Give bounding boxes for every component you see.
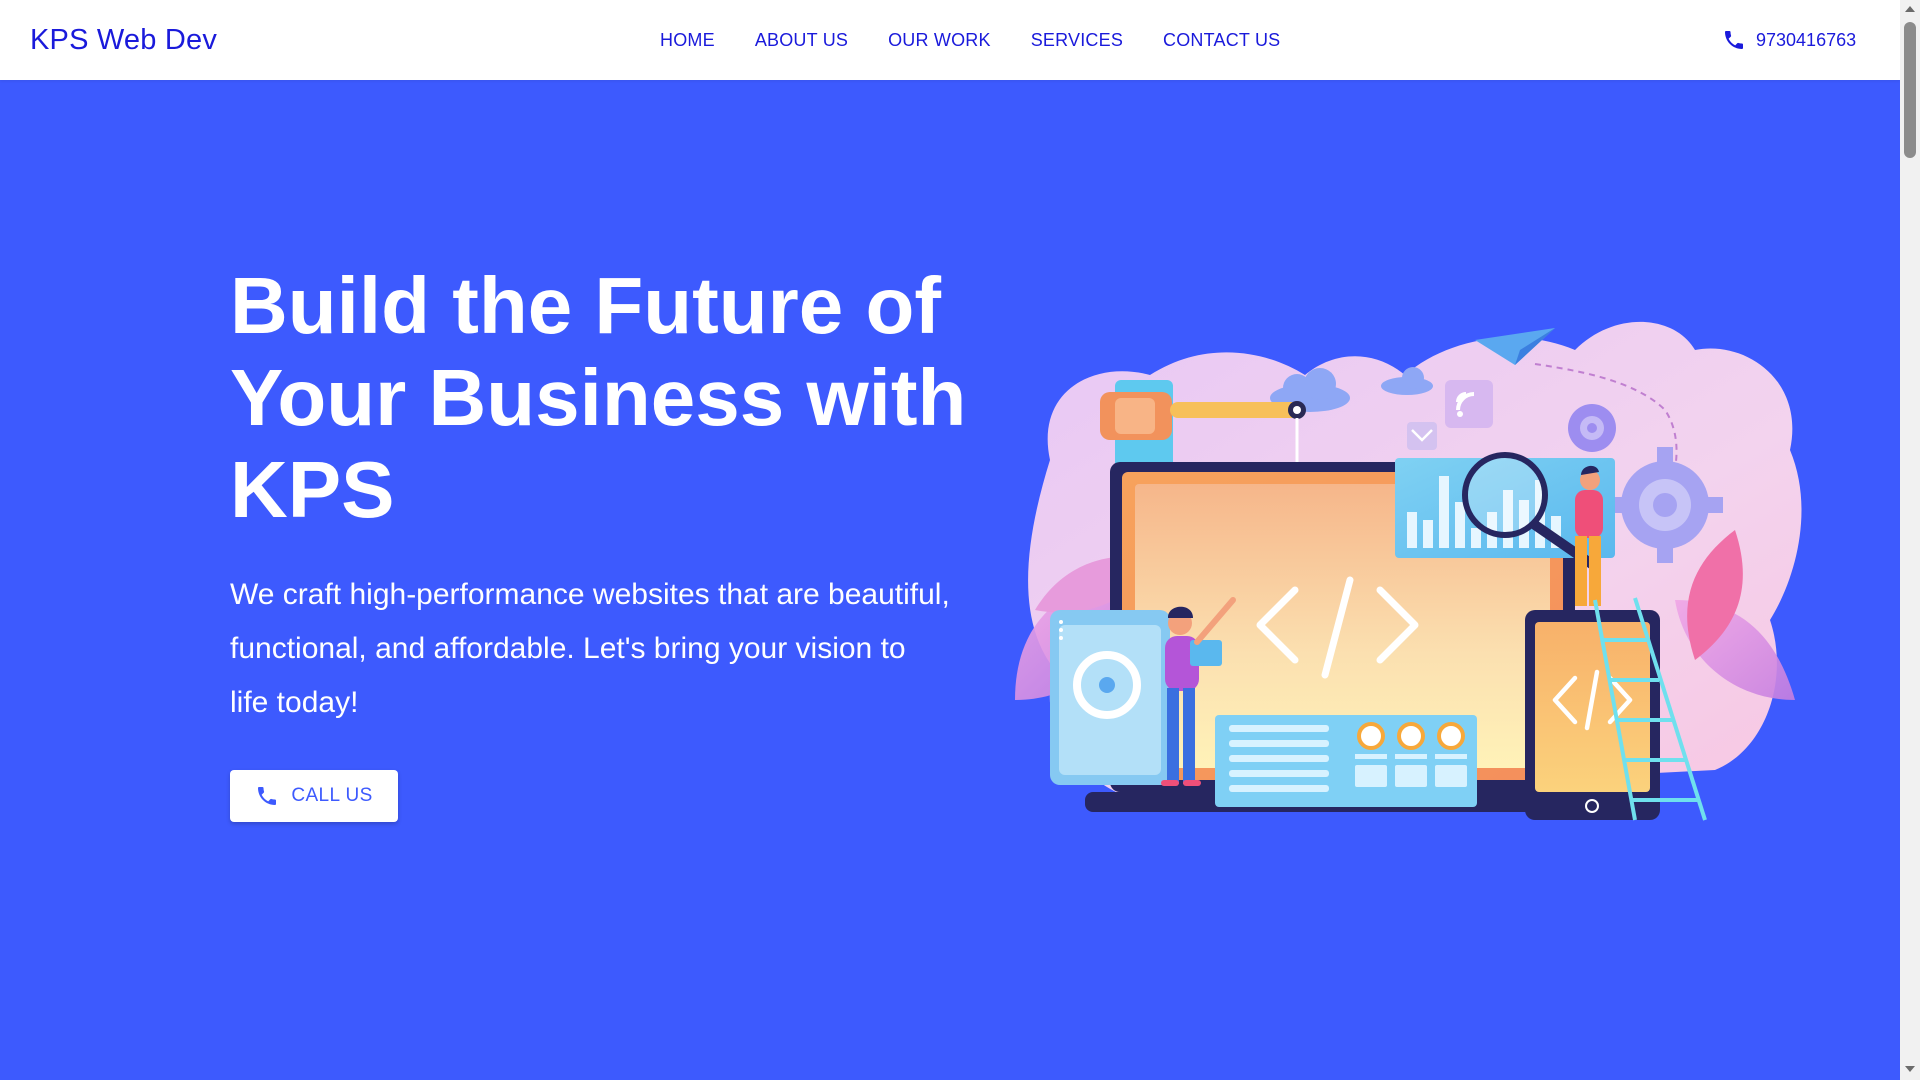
hero-section: Build the Future of Your Business with K…: [0, 80, 1900, 1080]
wifi-icon: [1445, 380, 1493, 428]
scroll-thumb[interactable]: [1904, 22, 1916, 158]
header-phone-number: 9730416763: [1756, 29, 1857, 50]
gear-icon-small: [1568, 404, 1616, 452]
brand-logo-link[interactable]: KPS Web Dev: [30, 0, 217, 80]
scroll-down-arrow-icon[interactable]: [1905, 1066, 1915, 1072]
scroll-up-arrow-icon[interactable]: [1905, 6, 1915, 12]
nav-link-services[interactable]: SERVICES: [1011, 30, 1143, 51]
nav-link-home[interactable]: HOME: [640, 30, 735, 51]
phone-icon: [258, 787, 277, 805]
phone-icon: [1725, 31, 1743, 49]
navbar: KPS Web Dev HOME ABOUT US OUR WORK SERVI…: [0, 0, 1900, 80]
call-us-button[interactable]: CALL US: [230, 770, 398, 822]
crane-arm: [1170, 402, 1300, 418]
nav-link-about-us[interactable]: ABOUT US: [735, 30, 868, 51]
page-scrollbar[interactable]: [1900, 0, 1920, 1080]
hero-description: We craft high-performance websites that …: [230, 578, 950, 719]
call-us-label: CALL US: [291, 785, 373, 806]
hero-illustration: [1015, 321, 1802, 821]
nav-links: HOME ABOUT US OUR WORK SERVICES CONTACT …: [640, 0, 1300, 80]
mail-icon: [1407, 422, 1437, 450]
hero-title: Build the Future of Your Business with K…: [230, 261, 967, 534]
nav-link-our-work[interactable]: OUR WORK: [868, 30, 1011, 51]
header-phone-link[interactable]: 9730416763: [1722, 0, 1856, 80]
nav-link-contact-us[interactable]: CONTACT US: [1143, 30, 1300, 51]
